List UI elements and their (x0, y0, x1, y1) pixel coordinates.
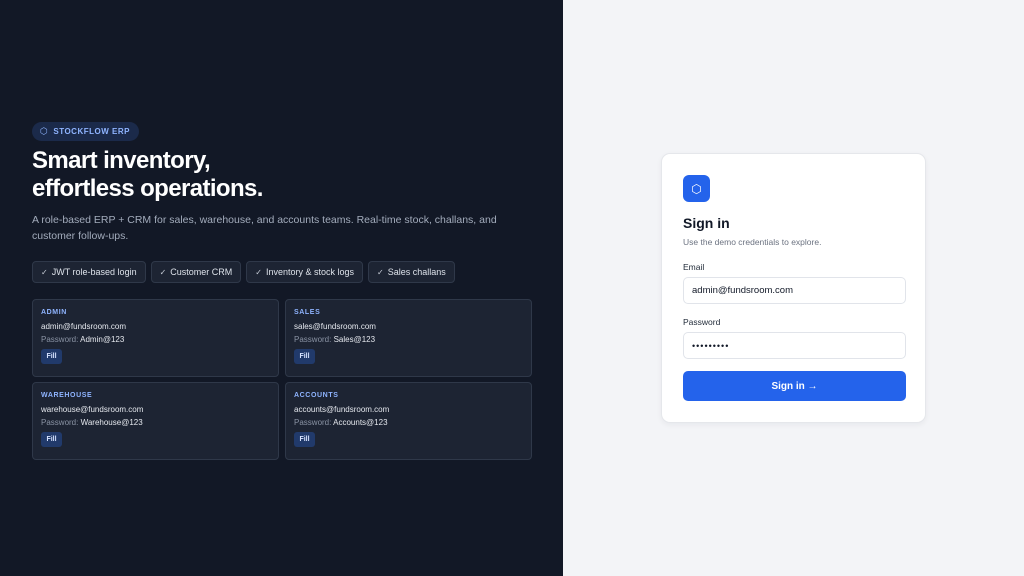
account-role: ADMIN (41, 309, 67, 316)
password-field[interactable]: ••••••••• (683, 332, 906, 359)
account-password: Password: Admin@123 (41, 335, 270, 344)
check-icon: ✓ (41, 267, 48, 277)
feature-chip-jwt-login: ✓ JWT role-based login (32, 261, 146, 283)
password-label: Password: (41, 418, 79, 427)
sign-in-button[interactable]: Sign in → (683, 371, 906, 401)
account-email: sales@fundsroom.com (294, 322, 376, 331)
login-title: Sign in (683, 215, 730, 231)
password-value: Sales@123 (333, 335, 376, 344)
feature-label: JWT role-based login (51, 267, 137, 277)
hero-content: ⬡ STOCKFLOW ERP Smart inventory, effortl… (32, 121, 532, 460)
fill-warehouse-button[interactable]: Fill (41, 432, 62, 447)
demo-account-card-admin: ADMIN admin@fundsroom.com Password: Admi… (32, 299, 279, 377)
check-icon: ✓ (159, 267, 167, 277)
login-panel: ⬡ Sign in Use the demo credentials to ex… (563, 0, 1024, 576)
fill-admin-button[interactable]: Fill (41, 349, 62, 364)
feature-chip-crm: ✓ Customer CRM (150, 261, 242, 283)
account-email: warehouse@fundsroom.com (41, 405, 144, 414)
hexagon-icon: ⬡ (40, 126, 49, 136)
brand-badge: ⬡ STOCKFLOW ERP (32, 122, 139, 141)
password-value: Accounts@123 (333, 418, 388, 427)
headline-line-2: effortless operations. (32, 175, 263, 202)
account-role: SALES (294, 309, 321, 316)
feature-label: Sales challans (387, 267, 446, 277)
password-value: Admin@123 (80, 335, 125, 344)
headline-line-1: Smart inventory, (32, 147, 211, 174)
hero-description: A role-based ERP + CRM for sales, wareho… (32, 214, 497, 242)
feature-list: ✓ JWT role-based login ✓ Customer CRM ✓ … (32, 261, 531, 283)
password-label: Password: (294, 418, 332, 427)
account-password: Password: Sales@123 (294, 335, 523, 344)
check-icon: ✓ (377, 267, 384, 277)
account-email: admin@fundsroom.com (41, 322, 127, 331)
brand-label: STOCKFLOW ERP (53, 127, 130, 136)
login-card: ⬡ Sign in Use the demo credentials to ex… (661, 153, 926, 423)
feature-label: Inventory & stock logs (266, 267, 355, 277)
email-label: Email (683, 262, 705, 272)
password-value: Warehouse@123 (80, 418, 143, 427)
account-role: ACCOUNTS (294, 392, 339, 399)
fill-accounts-button[interactable]: Fill (294, 432, 315, 447)
feature-label: Customer CRM (170, 267, 233, 277)
demo-account-card-warehouse: WAREHOUSE warehouse@fundsroom.com Passwo… (32, 382, 279, 460)
feature-chip-challans: ✓ Sales challans (368, 261, 455, 283)
account-role: WAREHOUSE (41, 392, 93, 399)
demo-accounts-grid: ADMIN admin@fundsroom.com Password: Admi… (32, 299, 532, 460)
account-password: Password: Accounts@123 (294, 418, 523, 427)
hero-headline: Smart inventory, effortless operations. (32, 147, 531, 203)
password-label: Password: (41, 335, 79, 344)
hexagon-icon: ⬡ (683, 175, 710, 202)
account-password: Password: Warehouse@123 (41, 418, 270, 427)
login-subtitle: Use the demo credentials to explore. (683, 237, 822, 247)
demo-account-card-accounts: ACCOUNTS accounts@fundsroom.com Password… (285, 382, 532, 460)
hero-panel: ⬡ STOCKFLOW ERP Smart inventory, effortl… (0, 0, 563, 576)
check-icon: ✓ (255, 267, 262, 277)
password-label: Password: (294, 335, 332, 344)
email-field[interactable]: admin@fundsroom.com (683, 277, 906, 304)
account-email: accounts@fundsroom.com (294, 405, 390, 414)
fill-sales-button[interactable]: Fill (294, 349, 315, 364)
password-label: Password (683, 317, 721, 327)
demo-account-card-sales: SALES sales@fundsroom.com Password: Sale… (285, 299, 532, 377)
feature-chip-inventory: ✓ Inventory & stock logs (246, 261, 364, 283)
